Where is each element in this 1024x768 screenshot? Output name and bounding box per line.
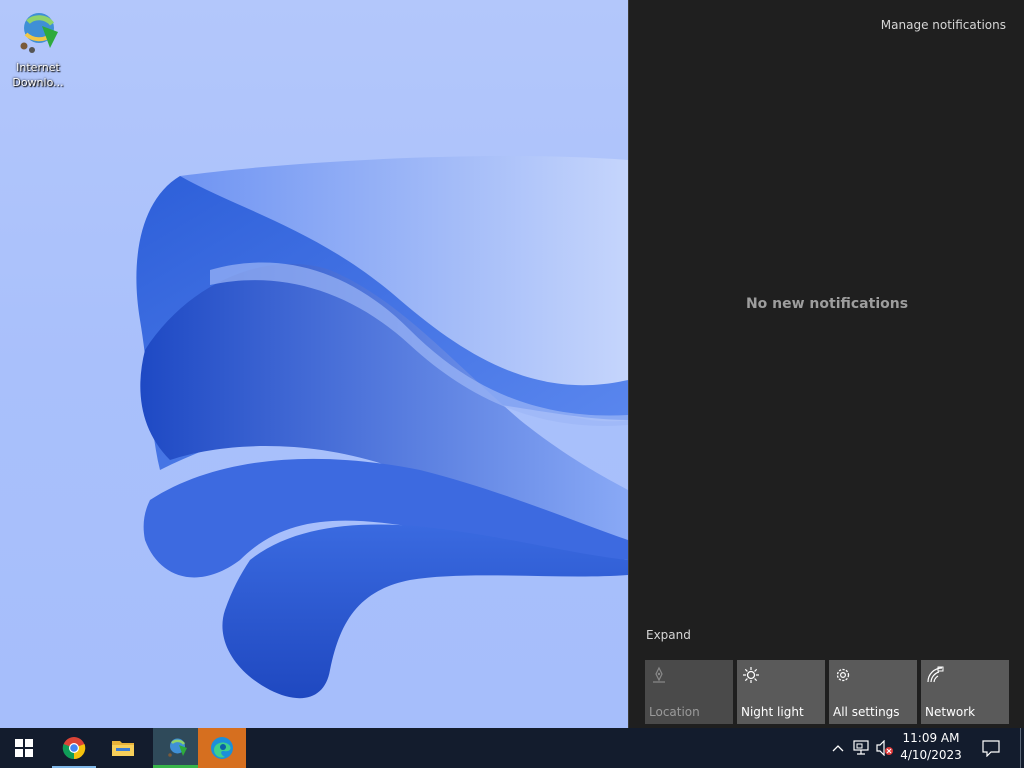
quick-action-label: All settings bbox=[833, 705, 900, 719]
quick-action-all-settings[interactable]: All settings bbox=[829, 660, 917, 724]
taskbar-file-explorer[interactable] bbox=[99, 728, 147, 768]
quick-action-night-light[interactable]: Night light bbox=[737, 660, 825, 724]
location-icon bbox=[653, 666, 665, 683]
gear-icon bbox=[836, 668, 850, 682]
quick-action-label: Location bbox=[649, 705, 700, 719]
wired-network-icon bbox=[853, 740, 869, 755]
quick-action-location[interactable]: Location bbox=[645, 660, 733, 724]
tray-network-button[interactable] bbox=[851, 728, 873, 768]
taskbar: 11:09 AM 4/10/2023 bbox=[0, 728, 1024, 768]
desktop-icon-idm[interactable]: Internet Downlo... bbox=[4, 4, 72, 94]
network-icon bbox=[927, 666, 944, 683]
no-notifications-message: No new notifications bbox=[745, 296, 909, 312]
taskbar-clock[interactable]: 11:09 AM 4/10/2023 bbox=[896, 730, 966, 764]
idm-icon bbox=[20, 13, 58, 53]
clock-date: 4/10/2023 bbox=[900, 748, 962, 762]
desktop: Internet Downlo... bbox=[0, 0, 628, 728]
windows-start-icon bbox=[15, 739, 33, 757]
clock-time: 11:09 AM bbox=[902, 731, 960, 745]
desktop-icon-label: Internet Downlo... bbox=[12, 61, 64, 89]
night-light-icon bbox=[743, 667, 759, 683]
action-center-panel: Manage notifications No new notification… bbox=[628, 0, 1024, 728]
chevron-up-icon bbox=[832, 745, 844, 752]
tray-volume-button[interactable] bbox=[874, 728, 896, 768]
chrome-icon bbox=[62, 737, 86, 760]
show-desktop-button[interactable] bbox=[1020, 728, 1024, 768]
manage-notifications-link[interactable]: Manage notifications bbox=[881, 18, 1006, 32]
quick-action-network[interactable]: Network bbox=[921, 660, 1009, 724]
expand-quick-actions-link[interactable]: Expand bbox=[646, 628, 691, 642]
quick-action-label: Network bbox=[925, 705, 976, 719]
quick-action-label: Night light bbox=[741, 705, 804, 719]
show-hidden-icons-button[interactable] bbox=[828, 728, 848, 768]
volume-muted-icon bbox=[876, 740, 893, 756]
taskbar-chrome[interactable] bbox=[50, 728, 98, 768]
edge-icon bbox=[211, 737, 233, 759]
folder-icon bbox=[112, 741, 134, 756]
start-button[interactable] bbox=[0, 728, 48, 768]
wallpaper-bloom bbox=[136, 155, 628, 699]
idm-icon bbox=[168, 738, 187, 757]
action-center-button[interactable] bbox=[968, 728, 1014, 768]
quick-actions-grid: Location Night light All settings Networ… bbox=[645, 660, 1009, 724]
taskbar-edge[interactable] bbox=[198, 728, 246, 768]
taskbar-idm[interactable] bbox=[153, 728, 201, 768]
notification-icon bbox=[982, 740, 1000, 757]
